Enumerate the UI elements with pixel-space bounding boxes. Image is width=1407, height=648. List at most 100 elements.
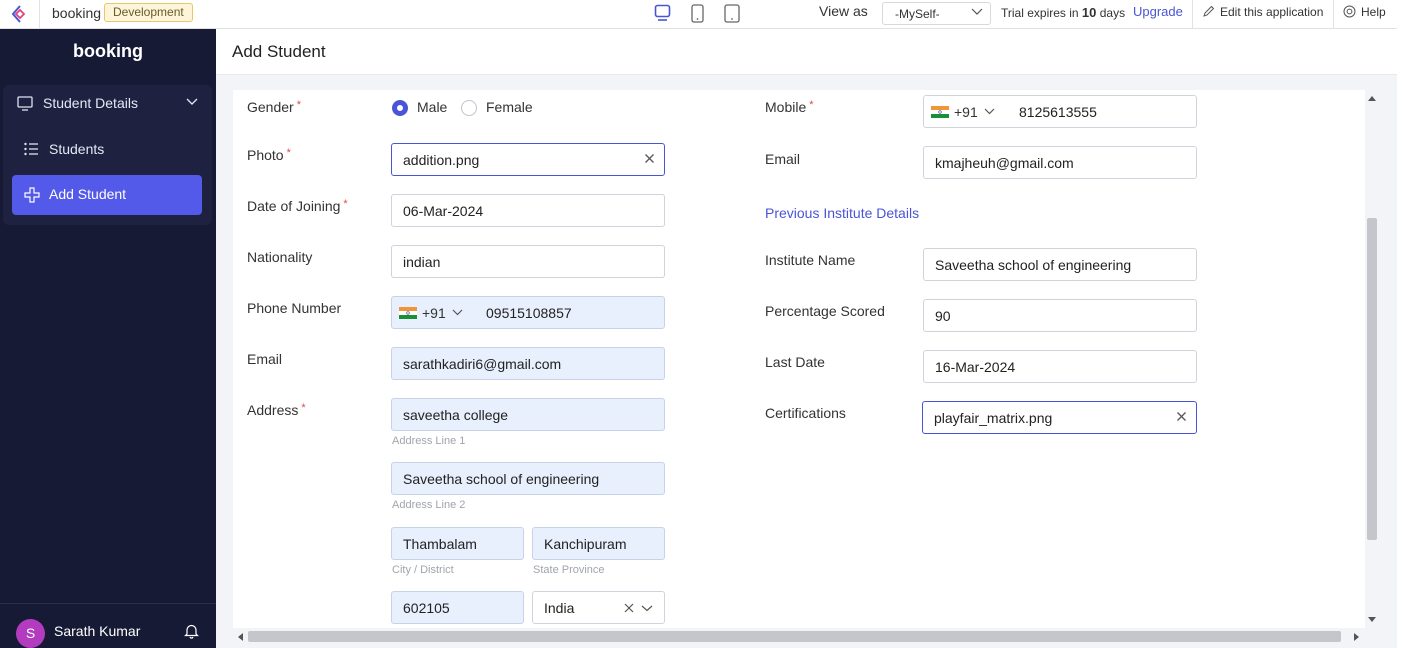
- mobile-view-icon[interactable]: [724, 4, 740, 23]
- country-select[interactable]: India: [532, 591, 665, 624]
- last-date-input[interactable]: 16-Mar-2024: [923, 350, 1197, 383]
- close-icon[interactable]: [1176, 411, 1187, 422]
- help-link[interactable]: Help: [1343, 5, 1386, 19]
- photo-label: Photo *: [247, 147, 291, 163]
- upgrade-link[interactable]: Upgrade: [1133, 4, 1183, 19]
- date-of-joining-label: Date of Joining *: [247, 198, 348, 214]
- gender-male-label[interactable]: Male: [417, 99, 447, 115]
- postal-code-input[interactable]: 602105: [391, 591, 524, 624]
- scroll-down-arrow-icon[interactable]: [1368, 617, 1376, 623]
- gender-female-label[interactable]: Female: [486, 99, 533, 115]
- sidebar-brand[interactable]: booking: [0, 41, 216, 62]
- avatar[interactable]: S: [16, 619, 45, 648]
- city-hint: City / District: [392, 564, 454, 576]
- chevron-down-icon: [971, 8, 983, 15]
- horizontal-scrollbar[interactable]: [233, 628, 1365, 645]
- sidebar-section-label: Student Details: [43, 95, 138, 111]
- plus-icon: [24, 187, 40, 203]
- sidebar-item-add-student[interactable]: Add Student: [12, 175, 202, 215]
- trial-notice: Trial expires in 10 days: [1001, 5, 1126, 20]
- user-name: Sarath Kumar: [54, 623, 141, 639]
- add-student-form: Gender * Male Female Photo * addition.png …: [233, 90, 1365, 628]
- certifications-label: Certifications: [765, 405, 846, 421]
- sidebar: booking Student Details Students Add Stu…: [0, 29, 216, 648]
- phone-number-value: 09515108857: [486, 305, 572, 321]
- phone-number-field[interactable]: +91 09515108857: [391, 296, 665, 329]
- chevron-down-icon[interactable]: [641, 605, 653, 612]
- date-of-joining-input[interactable]: 06-Mar-2024: [391, 194, 665, 227]
- environment-badge[interactable]: Development: [104, 3, 193, 22]
- gender-label: Gender *: [247, 99, 301, 115]
- app-logo-icon[interactable]: [10, 4, 30, 24]
- sidebar-item-students[interactable]: Students: [12, 130, 202, 170]
- sidebar-section-student-details: Student Details Students Add Student: [3, 85, 212, 225]
- previous-institute-section-title: Previous Institute Details: [765, 205, 920, 221]
- photo-upload-field[interactable]: addition.png: [391, 143, 665, 176]
- view-as-value: -MySelf-: [895, 7, 940, 21]
- percentage-scored-label: Percentage Scored: [765, 303, 885, 319]
- nationality-label: Nationality: [247, 249, 313, 265]
- state-hint: State Province: [533, 564, 605, 576]
- nationality-input[interactable]: indian: [391, 245, 665, 278]
- address-line2-hint: Address Line 2: [392, 499, 466, 511]
- vertical-scroll-thumb[interactable]: [1367, 218, 1377, 540]
- certifications-upload-field[interactable]: playfair_matrix.png: [922, 401, 1197, 434]
- phone-number-label: Phone Number: [247, 300, 342, 316]
- gender-female-radio[interactable]: [461, 100, 477, 116]
- help-icon: [1343, 5, 1356, 18]
- institute-name-input[interactable]: Saveetha school of engineering: [923, 248, 1197, 281]
- institute-name-label: Institute Name: [765, 252, 856, 268]
- sidebar-item-label: Add Student: [49, 186, 127, 202]
- close-icon[interactable]: [624, 603, 634, 613]
- divider: [1333, 0, 1334, 29]
- address-line1-input[interactable]: saveetha college: [391, 398, 665, 431]
- address-label: Address *: [247, 402, 306, 418]
- divider: [39, 0, 40, 29]
- email-label: Email: [247, 351, 283, 367]
- address-line1-hint: Address Line 1: [392, 435, 466, 447]
- scroll-left-arrow-icon[interactable]: [237, 633, 243, 641]
- close-icon[interactable]: [644, 153, 655, 164]
- view-as-select[interactable]: -MySelf-: [882, 2, 991, 25]
- view-as-label: View as: [819, 3, 868, 19]
- chevron-down-icon[interactable]: [186, 98, 198, 106]
- tablet-view-icon[interactable]: [691, 4, 704, 23]
- mobile-value: 8125613555: [1019, 104, 1097, 120]
- email-label: Email: [765, 151, 801, 167]
- country-code[interactable]: +91: [954, 104, 978, 120]
- email-input[interactable]: kmajheuh@gmail.com: [923, 146, 1197, 179]
- certifications-filename: playfair_matrix.png: [934, 410, 1053, 426]
- mobile-field[interactable]: +91 8125613555: [923, 95, 1197, 128]
- bell-icon[interactable]: [184, 623, 199, 639]
- india-flag-icon[interactable]: [931, 106, 949, 118]
- chevron-down-icon[interactable]: [452, 309, 463, 316]
- address-line2-input[interactable]: Saveetha school of engineering: [391, 462, 665, 495]
- desktop-view-icon[interactable]: [654, 4, 671, 22]
- sidebar-item-label: Students: [49, 141, 105, 157]
- percentage-scored-input[interactable]: 90: [923, 299, 1197, 332]
- pencil-icon: [1203, 5, 1215, 17]
- list-icon: [24, 142, 38, 156]
- country-code[interactable]: +91: [422, 305, 446, 321]
- horizontal-scroll-thumb[interactable]: [248, 631, 1341, 642]
- email-input[interactable]: sarathkadiri6@gmail.com: [391, 347, 665, 380]
- scroll-up-arrow-icon[interactable]: [1368, 95, 1376, 101]
- country-value: India: [544, 600, 575, 616]
- chevron-down-icon[interactable]: [984, 108, 995, 115]
- page-title: Add Student: [232, 42, 326, 61]
- scroll-right-arrow-icon[interactable]: [1354, 633, 1360, 641]
- edit-application-link[interactable]: Edit this application: [1203, 5, 1323, 19]
- last-date-label: Last Date: [765, 354, 825, 370]
- sidebar-user[interactable]: S Sarath Kumar: [0, 603, 216, 648]
- city-input[interactable]: Thambalam: [391, 527, 524, 560]
- page-header: Add Student: [216, 29, 1397, 75]
- monitor-icon: [17, 96, 33, 111]
- state-input[interactable]: Kanchipuram: [532, 527, 665, 560]
- india-flag-icon[interactable]: [399, 307, 417, 319]
- photo-filename: addition.png: [403, 152, 480, 168]
- mobile-label: Mobile *: [765, 99, 814, 115]
- app-name: booking: [52, 5, 102, 21]
- vertical-scrollbar[interactable]: [1365, 90, 1379, 628]
- divider: [1192, 0, 1193, 29]
- gender-male-radio[interactable]: [392, 100, 408, 116]
